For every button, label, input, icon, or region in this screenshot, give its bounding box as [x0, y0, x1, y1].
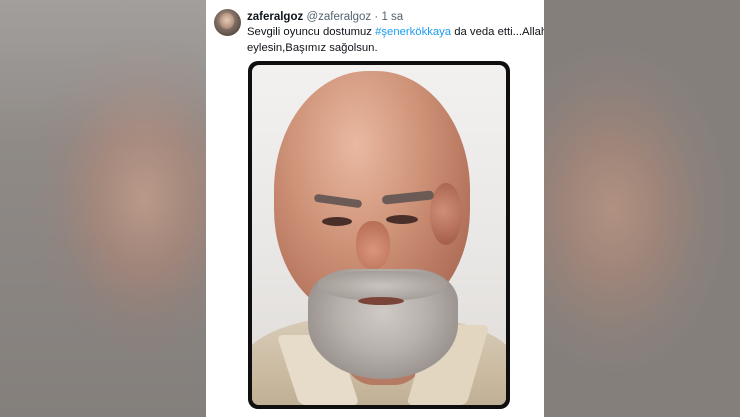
display-name[interactable]: zaferalgoz [247, 11, 303, 23]
blurred-background-right [544, 0, 740, 417]
eyebrow-right [381, 190, 435, 205]
tweet-media[interactable] [248, 61, 510, 409]
user-handle[interactable]: @zaferalgoz [306, 11, 371, 23]
tweet-text-line-2: eylesin,Başımız sağolsun. [247, 41, 378, 54]
hashtag-link[interactable]: #şenerkökkaya [375, 26, 451, 38]
timestamp[interactable]: 1 sa [381, 11, 403, 23]
tweet-header: zaferalgoz @zaferalgoz · 1 sa [247, 10, 544, 24]
tweet-text-line-1: Sevgili oyuncu dostumuz #şenerkökkaya da… [247, 25, 544, 41]
text-segment: da veda etti...Allah rah [454, 26, 544, 38]
tweet-card[interactable]: zaferalgoz @zaferalgoz · 1 sa Sevgili oy… [206, 0, 544, 417]
separator-dot: · [374, 11, 379, 23]
tweet-text: Sevgili oyuncu dostumuz #şenerkökkaya da… [247, 25, 544, 56]
text-segment: Sevgili oyuncu dostumuz [247, 26, 376, 38]
eye-right [386, 215, 418, 224]
background-fog-left [0, 0, 206, 417]
eye-left [322, 217, 352, 226]
eyebrow-left [313, 193, 363, 209]
head-shape [274, 71, 470, 379]
user-avatar[interactable] [214, 9, 241, 36]
nose-shape [356, 221, 390, 269]
portrait-photo[interactable] [252, 65, 506, 405]
mouth-shape [358, 297, 404, 305]
ear-shape [430, 183, 462, 245]
